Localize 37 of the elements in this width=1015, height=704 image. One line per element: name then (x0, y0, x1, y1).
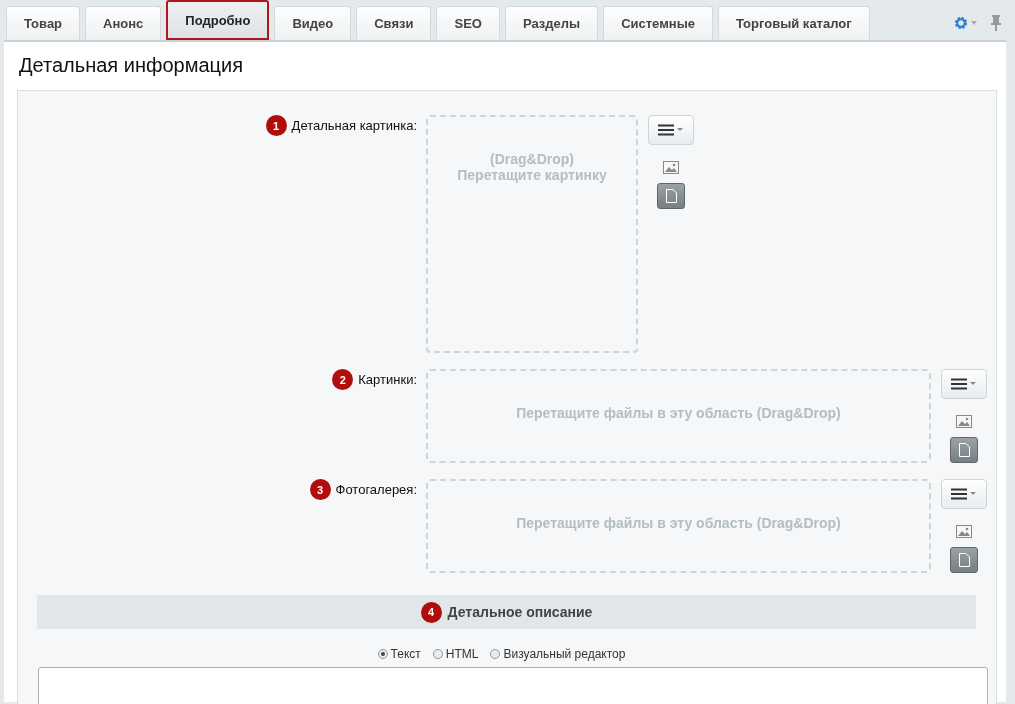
section-title: Детальное описание (447, 604, 593, 620)
tab[interactable]: Разделы (504, 6, 599, 40)
menu-button[interactable] (941, 369, 987, 399)
number-badge: 3 (309, 479, 331, 500)
field-label: Фотогалерея: (335, 482, 417, 497)
image-icon (956, 524, 972, 538)
editor-mode-radio[interactable]: Визуальный редактор (490, 647, 626, 661)
panel-title: Детальная информация (18, 53, 244, 78)
tab[interactable]: Подробно (166, 0, 270, 40)
menu-button[interactable] (941, 479, 987, 509)
tab[interactable]: Торговый каталог (718, 6, 870, 40)
tab[interactable]: Связи (356, 6, 432, 40)
editor-mode-radio[interactable]: Текст (377, 647, 421, 661)
document-icon (958, 443, 970, 457)
menu-icon (658, 124, 684, 136)
editor-mode-radio[interactable]: HTML (432, 647, 479, 661)
view-mode-button[interactable] (950, 547, 978, 573)
settings-icon[interactable] (954, 16, 977, 30)
field-label: Картинки: (358, 372, 417, 387)
field-label: Детальная картинка: (291, 118, 417, 133)
view-mode-button[interactable] (657, 183, 685, 209)
document-icon (665, 189, 677, 203)
menu-icon (951, 378, 977, 390)
tab[interactable]: Товар (6, 6, 81, 40)
tab[interactable]: Системные (603, 6, 713, 40)
tab[interactable]: Анонс (85, 6, 162, 40)
number-badge: 1 (265, 115, 287, 136)
image-icon (956, 414, 972, 428)
tab[interactable]: SEO (436, 6, 500, 40)
number-badge: 2 (332, 369, 354, 390)
menu-icon (951, 488, 977, 500)
image-icon (663, 160, 679, 174)
number-badge: 4 (420, 601, 442, 623)
tab[interactable]: Видео (274, 6, 352, 40)
menu-button[interactable] (648, 115, 694, 145)
view-mode-button[interactable] (950, 437, 978, 463)
document-icon (958, 553, 970, 567)
